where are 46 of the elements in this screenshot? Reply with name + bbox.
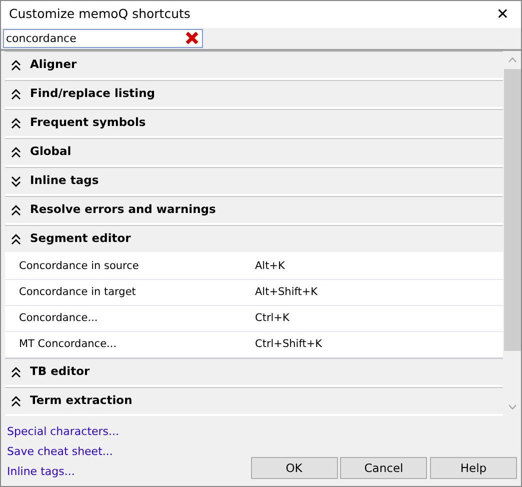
group-title: Find/replace listing xyxy=(30,85,156,102)
shortcut-keys: Ctrl+Shift+K xyxy=(255,336,322,352)
group-title: Segment editor xyxy=(30,230,131,248)
double-chevron-up-icon[interactable] xyxy=(11,204,21,216)
link[interactable]: Special characters... xyxy=(7,422,120,442)
double-chevron-up-icon[interactable] xyxy=(11,60,21,70)
command-name: Concordance in target xyxy=(18,284,137,300)
link[interactable]: Inline tags... xyxy=(7,462,120,482)
double-chevron-down-icon[interactable] xyxy=(11,176,21,186)
double-chevron-up-icon[interactable] xyxy=(11,146,21,158)
command-name: MT Concordance... xyxy=(18,336,118,352)
link[interactable]: Save cheat sheet... xyxy=(7,442,120,462)
double-chevron-up-icon[interactable] xyxy=(11,118,21,128)
shortcut-keys: Alt+K xyxy=(255,258,285,274)
group-header[interactable]: Segment editor xyxy=(5,225,503,254)
dialog-button[interactable]: OK xyxy=(250,457,338,480)
dialog-button[interactable]: Help xyxy=(430,457,517,480)
group-header[interactable]: Inline tags xyxy=(5,167,503,196)
window-title: Customize memoQ shortcuts xyxy=(9,5,190,24)
group-header[interactable]: Global xyxy=(5,138,503,167)
group-header[interactable]: Term extraction xyxy=(5,387,503,416)
group-title: TB editor xyxy=(30,363,90,380)
double-chevron-up-icon[interactable] xyxy=(11,234,21,244)
shortcut-keys: Alt+Shift+K xyxy=(255,284,318,300)
command-name: Concordance in source xyxy=(18,258,140,274)
group-title: Frequent symbols xyxy=(30,114,146,132)
double-chevron-up-icon[interactable] xyxy=(11,366,21,378)
double-chevron-up-icon[interactable] xyxy=(11,88,21,100)
scroll-thumb[interactable] xyxy=(504,69,520,351)
group-header[interactable]: Resolve errors and warnings xyxy=(5,196,503,225)
group-title: Resolve errors and warnings xyxy=(30,201,216,218)
shortcut-keys: Ctrl+K xyxy=(255,310,290,326)
search-field[interactable]: concordance xyxy=(3,29,203,48)
group-title: Global xyxy=(30,143,72,160)
group-header[interactable]: Frequent symbols xyxy=(5,109,503,138)
close-button[interactable]: ✕ xyxy=(492,7,513,22)
group-header[interactable]: Aligner xyxy=(5,51,503,80)
group-header[interactable]: Find/replace listing xyxy=(5,80,503,109)
double-chevron-up-icon[interactable] xyxy=(11,396,21,406)
dialog-button[interactable]: Cancel xyxy=(340,457,428,480)
command-name: Concordance... xyxy=(18,310,99,326)
group-title: Inline tags xyxy=(30,172,99,190)
group-title: Term extraction xyxy=(30,392,132,410)
group-header[interactable]: TB editor xyxy=(5,358,503,387)
group-title: Aligner xyxy=(30,56,77,74)
clear-icon[interactable] xyxy=(185,31,199,45)
